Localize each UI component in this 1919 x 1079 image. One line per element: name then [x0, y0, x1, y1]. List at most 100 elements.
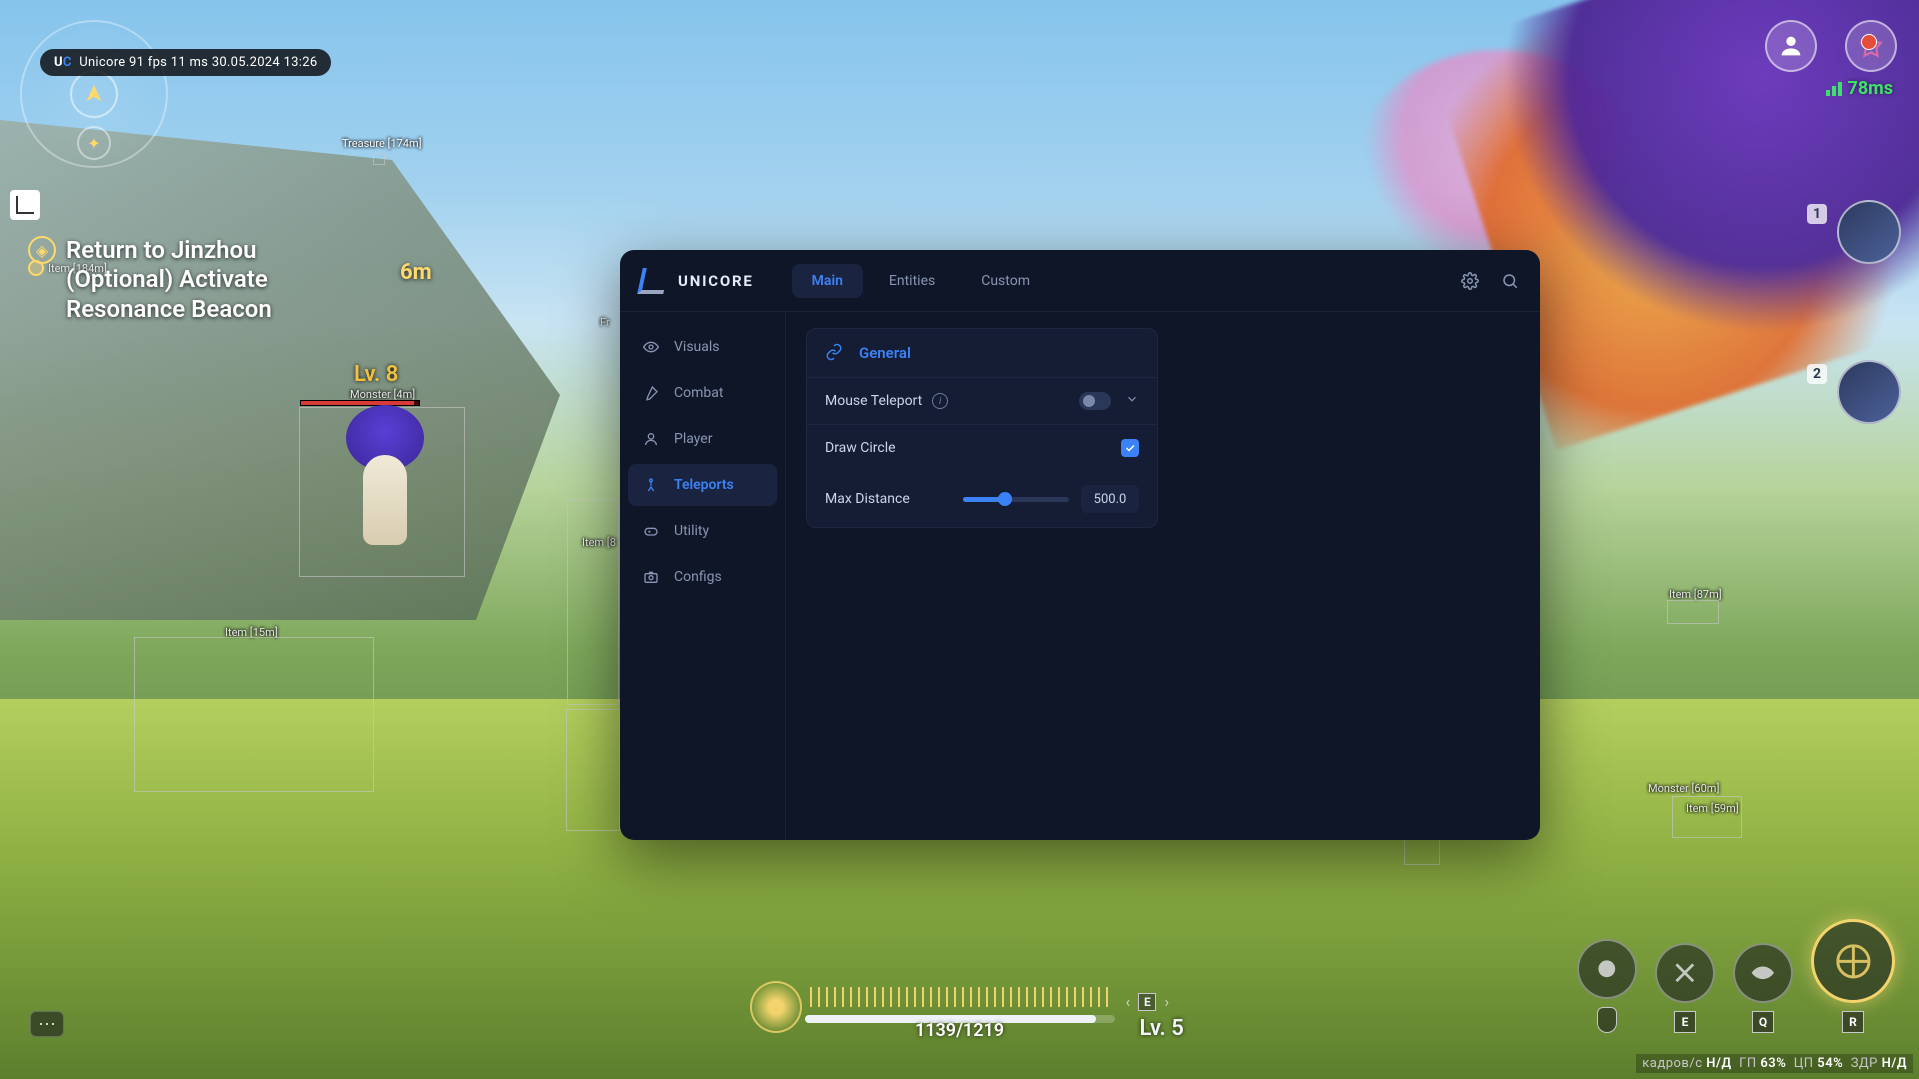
panel-header: UNICORE Main Entities Custom — [620, 250, 1540, 312]
sidebar-label: Player — [674, 431, 712, 447]
skill-1-icon — [1577, 939, 1637, 999]
party-slot-1[interactable]: 1 — [1831, 200, 1901, 270]
sidebar-label: Visuals — [674, 339, 720, 355]
chevron-down-icon[interactable] — [1125, 392, 1139, 410]
sidebar-item-visuals[interactable]: Visuals — [628, 326, 777, 368]
perf-fps-k: кадров/с — [1642, 1056, 1702, 1071]
bg-mountain — [0, 120, 560, 620]
event-icon[interactable] — [1845, 20, 1897, 72]
perf-hp-v: Н/Д — [1882, 1056, 1907, 1071]
perf-cpu-v: 54% — [1817, 1056, 1843, 1071]
tab-main[interactable]: Main — [792, 264, 863, 298]
eye-icon — [642, 338, 660, 356]
mouse-teleport-toggle[interactable] — [1079, 392, 1111, 410]
mouse-teleport-label: Mouse Teleport — [825, 393, 922, 409]
skill-bar: E Q R — [1577, 919, 1895, 1033]
resonance-orb-icon[interactable] — [750, 981, 802, 1033]
quest-text: Return to Jinzhou (Optional) Activate Re… — [66, 236, 272, 324]
sidebar-label: Utility — [674, 523, 709, 539]
player-arrow-icon — [70, 70, 118, 118]
stamina-text: 1139/1219 — [915, 1020, 1004, 1041]
overlay-date: 30.05.2024 — [212, 55, 280, 70]
max-distance-label: Max Distance — [825, 491, 910, 507]
game-screenshot: Treasure [174m] Fr Lv. 8 Monster [4m] It… — [0, 0, 1919, 1079]
compass-east: ‹ E › — [1126, 992, 1170, 1011]
skill-1[interactable] — [1577, 939, 1637, 1033]
camera-icon — [642, 568, 660, 586]
party-avatar-1 — [1837, 200, 1901, 264]
overlay-brand-pill: UC Unicore 91 fps 11 ms 30.05.2024 13:26 — [40, 49, 331, 76]
panel-content: General Mouse Teleport i — [786, 312, 1540, 840]
tab-custom[interactable]: Custom — [961, 264, 1050, 298]
general-card: General Mouse Teleport i — [806, 328, 1158, 528]
sidebar-item-combat[interactable]: Combat — [628, 372, 777, 414]
quest-line-1: Return to Jinzhou — [66, 236, 272, 265]
quest-log-button[interactable] — [10, 190, 40, 220]
search-icon[interactable] — [1500, 271, 1520, 291]
minimap[interactable]: ✦ — [14, 14, 174, 174]
unicore-panel: UNICORE Main Entities Custom Visual — [620, 250, 1540, 840]
sidebar-label: Teleports — [674, 477, 734, 493]
skill-3[interactable]: Q — [1733, 943, 1793, 1033]
draw-circle-checkbox[interactable] — [1121, 439, 1139, 457]
sidebar-item-player[interactable]: Player — [628, 418, 777, 460]
esp-fr-label: Fr — [600, 316, 610, 329]
draw-circle-label: Draw Circle — [825, 440, 896, 456]
perf-gpu-k: ГП — [1739, 1056, 1757, 1071]
esp-box-b — [566, 709, 620, 831]
esp-monster-far: Monster [60m] — [1648, 782, 1719, 795]
enemy-level: Lv. 8 — [354, 362, 398, 387]
panel-body: Visuals Combat Player Teleports Utility — [620, 312, 1540, 840]
card-header: General — [807, 329, 1157, 377]
user-icon — [642, 430, 660, 448]
teleport-icon — [642, 476, 660, 494]
esp-treasure-label: Treasure [174m] — [342, 137, 422, 150]
esp-treasure-box — [373, 153, 385, 165]
sidebar-item-teleports[interactable]: Teleports — [628, 464, 777, 506]
overlay-frametime: 11 ms — [171, 55, 208, 70]
skill-2[interactable]: E — [1655, 943, 1715, 1033]
sidebar-item-utility[interactable]: Utility — [628, 510, 777, 552]
top-right-icons — [1765, 20, 1897, 72]
skill-4-key: R — [1842, 1011, 1864, 1033]
quest-tracker: ◈ Return to Jinzhou (Optional) Activate … — [28, 236, 272, 324]
party-list: 1 2 — [1831, 200, 1901, 430]
quest-marker-icon: ◈ — [28, 236, 56, 264]
quest-line-3: Resonance Beacon — [66, 295, 272, 324]
skill-2-icon — [1655, 943, 1715, 1003]
overlay-fps: 91 fps — [129, 55, 167, 70]
sidebar-item-configs[interactable]: Configs — [628, 556, 777, 598]
info-icon[interactable]: i — [932, 393, 948, 409]
ping-value: 78ms — [1848, 78, 1894, 99]
max-distance-slider[interactable] — [963, 497, 1069, 502]
esp-box-15 — [134, 637, 374, 792]
esp-box-87 — [1667, 600, 1719, 624]
esp-box-59 — [1672, 796, 1742, 838]
esp-item-8: Item [8 — [582, 536, 616, 549]
profile-icon[interactable] — [1765, 20, 1817, 72]
party-avatar-2 — [1837, 360, 1901, 424]
party-slot-2[interactable]: 2 — [1831, 360, 1901, 430]
perf-overlay: кадров/с Н/Д ГП 63% ЦП 54% ЗДР Н/Д — [1636, 1054, 1913, 1073]
gear-icon[interactable] — [1460, 271, 1480, 291]
compass-point: E — [1138, 993, 1156, 1011]
esp-box-a — [567, 499, 619, 705]
skill-4[interactable]: R — [1811, 919, 1895, 1033]
signal-icon — [1826, 82, 1842, 96]
brand-c: C — [63, 55, 72, 70]
max-distance-value[interactable]: 500.0 — [1081, 485, 1139, 513]
row-max-distance: Max Distance 500.0 — [807, 471, 1157, 527]
tab-entities[interactable]: Entities — [869, 264, 955, 298]
chevron-right-icon: › — [1164, 992, 1169, 1011]
panel-header-actions — [1460, 271, 1520, 291]
minimap-waypoint-icon: ✦ — [77, 126, 111, 160]
player-level: Lv. 5 — [1140, 1016, 1184, 1041]
panel-sidebar: Visuals Combat Player Teleports Utility — [620, 312, 786, 840]
perf-gpu-v: 63% — [1760, 1056, 1786, 1071]
more-button[interactable]: ⋯ — [30, 1011, 64, 1037]
panel-logo: UNICORE — [640, 268, 754, 294]
gamepad-icon — [642, 522, 660, 540]
bg-tree — [1359, 50, 1639, 270]
panel-tabs: Main Entities Custom — [792, 264, 1050, 298]
logo-text: UNICORE — [678, 272, 754, 290]
